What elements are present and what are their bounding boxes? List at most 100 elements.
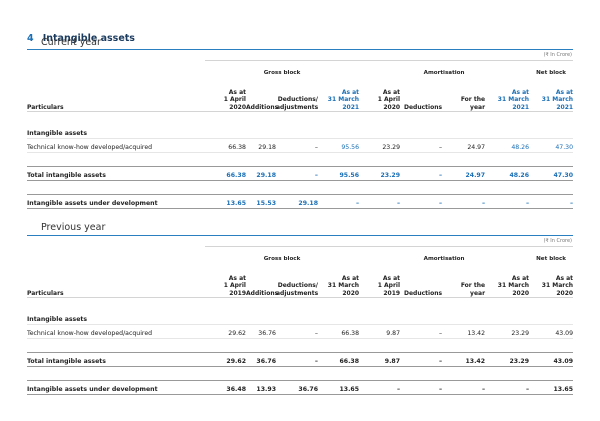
section-row: Intangible assets: [27, 126, 574, 139]
cell: –: [400, 352, 443, 367]
group-net-block: Net block: [529, 60, 574, 77]
col-deductions-adj: Deductions/ adjustments: [276, 263, 318, 298]
previous-unit-label: (₹ In Crore): [543, 238, 572, 244]
cell: 66.38: [318, 324, 360, 339]
cell: 15.53: [246, 194, 276, 209]
cell: 66.38: [318, 352, 360, 367]
cell: –: [318, 194, 360, 209]
cell: 29.62: [205, 324, 246, 339]
cell: 66.38: [205, 166, 246, 181]
cell: 13.65: [318, 380, 360, 395]
current-year-rule: [27, 49, 573, 50]
cell: 36.76: [246, 324, 276, 339]
section-row: Intangible assets: [27, 312, 574, 325]
under-dev-label: Intangible assets under development: [27, 194, 205, 209]
cell: 29.62: [205, 352, 246, 367]
group-header-row: Gross block Amortisation Net block: [27, 60, 574, 77]
col-close-gross: As at 31 March 2020: [318, 263, 360, 298]
cell: 13.42: [442, 324, 486, 339]
col-open-gross: As at 1 April 2020: [205, 77, 246, 112]
total-row: Total intangible assets 66.38 29.18 – 95…: [27, 166, 574, 181]
group-gross-block: Gross block: [205, 246, 360, 263]
cell: 48.26: [485, 138, 530, 153]
cell: –: [442, 380, 486, 395]
col-close-gross: As at 31 March 2021: [318, 77, 360, 112]
group-net-block: Net block: [529, 246, 574, 263]
current-unit-label: (₹ In Crore): [543, 52, 572, 58]
cell: –: [359, 194, 401, 209]
cell: 95.56: [318, 166, 360, 181]
cell: –: [276, 352, 318, 367]
col-for-year: For the year: [442, 77, 486, 112]
note-number: 4: [27, 33, 34, 44]
table-row: Technical know-how developed/acquired 66…: [27, 138, 574, 153]
row-label: Technical know-how developed/acquired: [27, 138, 205, 153]
col-open-amort: As at 1 April 2019: [359, 263, 401, 298]
cell: 36.76: [276, 380, 318, 395]
cell: 9.87: [359, 352, 401, 367]
previous-year-table: Gross block Amortisation Net block Parti…: [27, 246, 574, 395]
table-row: Technical know-how developed/acquired 29…: [27, 324, 574, 339]
group-gross-block: Gross block: [205, 60, 360, 77]
under-dev-label: Intangible assets under development: [27, 380, 205, 395]
cell: 43.09: [529, 352, 574, 367]
current-year-subtitle: Current year: [41, 37, 101, 48]
column-header-row: Particulars As at 1 April 2019 Additions…: [27, 263, 574, 298]
col-open-gross: As at 1 April 2019: [205, 263, 246, 298]
cell: 9.87: [359, 324, 401, 339]
previous-year-rule: [27, 235, 573, 236]
cell: –: [276, 138, 318, 153]
col-net: As at 31 March 2020: [529, 263, 574, 298]
col-close-amort: As at 31 March 2021: [485, 77, 530, 112]
cell: 29.18: [276, 194, 318, 209]
cell: 36.76: [246, 352, 276, 367]
under-development-row: Intangible assets under development 36.4…: [27, 380, 574, 395]
cell: 23.29: [485, 352, 530, 367]
section-label: Intangible assets: [27, 126, 574, 139]
group-amortisation: Amortisation: [359, 60, 530, 77]
cell: 47.30: [529, 166, 574, 181]
cell: 24.97: [442, 138, 486, 153]
cell: –: [400, 194, 443, 209]
cell: –: [400, 138, 443, 153]
cell: –: [276, 324, 318, 339]
cell: 36.48: [205, 380, 246, 395]
cell: 48.26: [485, 166, 530, 181]
col-deductions: Deductions: [400, 77, 443, 112]
section-label: Intangible assets: [27, 312, 574, 325]
col-deductions-adj: Deductions/ adjustments: [276, 77, 318, 112]
cell: 13.42: [442, 352, 486, 367]
cell: 23.29: [359, 138, 401, 153]
group-header-row: Gross block Amortisation Net block: [27, 246, 574, 263]
cell: 29.18: [246, 166, 276, 181]
col-additions: Additions: [246, 77, 278, 112]
cell: –: [529, 194, 574, 209]
cell: –: [400, 380, 443, 395]
cell: –: [359, 380, 401, 395]
cell: –: [400, 324, 443, 339]
cell: 95.56: [318, 138, 360, 153]
col-particulars: Particulars: [27, 263, 205, 298]
col-additions: Additions: [246, 263, 278, 298]
col-deductions: Deductions: [400, 263, 443, 298]
col-open-amort: As at 1 April 2020: [359, 77, 401, 112]
col-close-amort: As at 31 March 2020: [485, 263, 530, 298]
cell: 66.38: [205, 138, 246, 153]
cell: –: [276, 166, 318, 181]
total-row: Total intangible assets 29.62 36.76 – 66…: [27, 352, 574, 367]
under-development-row: Intangible assets under development 13.6…: [27, 194, 574, 209]
cell: 43.09: [529, 324, 574, 339]
cell: 13.65: [205, 194, 246, 209]
previous-year-subtitle: Previous year: [41, 222, 106, 233]
total-label: Total intangible assets: [27, 166, 205, 181]
cell: 29.18: [246, 138, 276, 153]
cell: –: [485, 194, 530, 209]
cell: 47.30: [529, 138, 574, 153]
col-net: As at 31 March 2021: [529, 77, 574, 112]
cell: 13.65: [529, 380, 574, 395]
cell: –: [442, 194, 486, 209]
cell: –: [400, 166, 443, 181]
cell: 23.29: [485, 324, 530, 339]
current-year-table: Gross block Amortisation Net block Parti…: [27, 60, 574, 209]
cell: –: [485, 380, 530, 395]
